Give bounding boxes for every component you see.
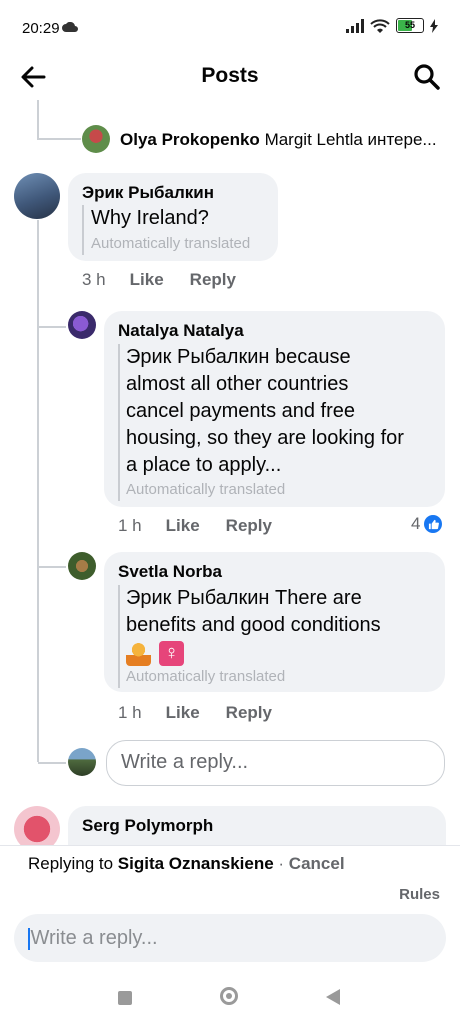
reply-actions: 1 h Like Reply (118, 703, 298, 723)
reply-text-line: a place to apply... (126, 454, 282, 476)
reply-author[interactable]: Svetla Norba (118, 562, 222, 582)
signal-icon (346, 18, 364, 33)
avatar[interactable] (68, 552, 96, 580)
reply-emoji-line: ♀ (126, 639, 381, 667)
cancel-reply-button[interactable]: Cancel (289, 854, 345, 873)
text-caret (28, 927, 30, 950)
reply-text-line: cancel payments and free (126, 400, 356, 422)
thread-line (37, 138, 81, 140)
reaction-count[interactable]: 4 (411, 514, 443, 534)
avatar[interactable] (14, 806, 60, 845)
translated-label[interactable]: Automatically translated (126, 481, 285, 498)
comment-bubble: Serg Polymorph (68, 806, 446, 845)
comment-author[interactable]: Serg Polymorph (82, 816, 213, 836)
reply-text: Эрик Рыбалкин because almost all other c… (126, 344, 404, 479)
reply-time: 1 h (118, 703, 142, 722)
reply-button[interactable]: Reply (226, 703, 272, 722)
thread-line (38, 762, 66, 764)
reply-button[interactable]: Reply (190, 270, 236, 289)
reply-text-line: Эрик Рыбалкин because (126, 346, 351, 368)
comment-actions: 3 h Like Reply (82, 270, 262, 290)
cloud-icon (62, 22, 78, 32)
status-time: 20:29 (22, 20, 60, 37)
reply-bubble: Svetla Norba Эрик Рыбалкин There are ben… (104, 552, 445, 692)
thread-reply-input[interactable]: Write a reply... (106, 740, 445, 786)
comment-time: 3 h (82, 270, 106, 289)
replying-target: Sigita Oznanskiene (117, 854, 274, 873)
reply-text-line: housing, so they are looking for (126, 427, 404, 449)
rules-link[interactable]: Rules (399, 886, 440, 903)
reply-author[interactable]: Natalya Natalya (118, 321, 244, 341)
reply-text-line: Эрик Рыбалкин There are (126, 587, 362, 609)
translation-quote (82, 205, 84, 255)
home-icon[interactable] (220, 987, 238, 1005)
avatar[interactable] (68, 311, 96, 339)
battery-icon: 55 (396, 18, 424, 33)
person-shrugging-emoji-icon (126, 641, 151, 667)
thread-line (37, 100, 39, 140)
female-sign-emoji-icon: ♀ (159, 641, 184, 667)
comment-author[interactable]: Эрик Рыбалкин (82, 183, 214, 203)
translated-label[interactable]: Automatically translated (126, 668, 285, 685)
system-nav-bar (0, 985, 460, 1024)
reply-actions: 1 h Like Reply (118, 516, 298, 536)
reply-author: Olya Prokopenko (120, 130, 260, 149)
avatar[interactable] (68, 748, 96, 776)
page-title: Posts (201, 64, 259, 87)
thread-line (37, 220, 39, 762)
reaction-number: 4 (411, 514, 421, 533)
comment-text: Why Ireland? (91, 207, 209, 229)
reply-input-placeholder: Write a reply... (30, 927, 158, 949)
translated-label[interactable]: Automatically translated (91, 235, 250, 252)
search-icon[interactable] (410, 60, 444, 94)
reply-text-line: benefits and good conditions (126, 614, 381, 636)
reply-text: Эрик Рыбалкин There are benefits and goo… (126, 585, 381, 667)
charging-icon (430, 18, 438, 33)
comment-bubble: Эрик Рыбалкин Why Ireland? Automatically… (68, 173, 278, 261)
separator: · (273, 854, 289, 873)
status-bar: 20:29 55 (0, 0, 460, 52)
replying-to: Replying to Sigita Oznanskiene · Cancel (28, 854, 345, 874)
thread-line (38, 326, 66, 328)
comment-thread: Olya Prokopenko Margit Lehtla интере... … (0, 100, 460, 845)
reply-input[interactable]: Write a reply... (14, 914, 446, 962)
app-header: Posts (0, 52, 460, 100)
avatar[interactable] (14, 173, 60, 219)
translation-quote (118, 344, 120, 501)
thread-line (38, 566, 66, 568)
like-button[interactable]: Like (166, 516, 200, 535)
like-button[interactable]: Like (166, 703, 200, 722)
status-icons: 55 (346, 18, 438, 33)
translation-quote (118, 585, 120, 688)
nav-back-icon[interactable] (326, 989, 340, 1005)
reply-bubble: Natalya Natalya Эрик Рыбалкин because al… (104, 311, 445, 507)
reply-text-line: almost all other countries (126, 373, 349, 395)
avatar[interactable] (82, 125, 110, 153)
recent-apps-icon[interactable] (118, 991, 132, 1005)
wifi-icon (370, 18, 390, 33)
reply-preview: Margit Lehtla интере... (264, 130, 437, 149)
reply-button[interactable]: Reply (226, 516, 272, 535)
previous-reply[interactable]: Olya Prokopenko Margit Lehtla интере... (120, 130, 450, 150)
like-button[interactable]: Like (130, 270, 164, 289)
battery-level: 55 (404, 20, 415, 30)
like-reaction-icon (424, 515, 443, 533)
replying-prefix: Replying to (28, 854, 114, 873)
reply-time: 1 h (118, 516, 142, 535)
